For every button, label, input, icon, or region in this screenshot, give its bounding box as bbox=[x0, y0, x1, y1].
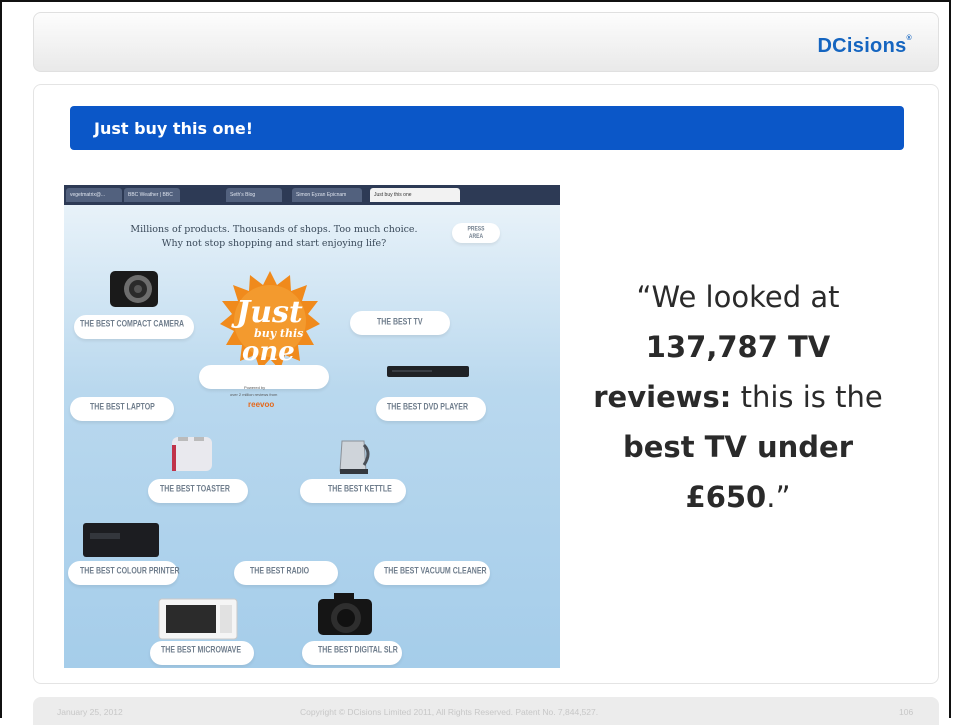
slide-title-bar: Just buy this one! bbox=[70, 106, 904, 150]
product-label-colour-printer: THE BEST COLOUR PRINTER bbox=[80, 566, 180, 577]
reevoo-logo: reevoo bbox=[248, 400, 275, 409]
dslr-camera-image bbox=[318, 593, 372, 635]
compact-camera-image bbox=[110, 271, 158, 307]
product-label-dvd-player: THE BEST DVD PLAYER bbox=[387, 402, 469, 413]
press-area-label: PRESS AREA bbox=[467, 225, 485, 241]
browser-tab: BBC Weather | BBC bbox=[124, 188, 180, 202]
slide-footer: January 25, 2012 Copyright © DCisions Li… bbox=[33, 697, 939, 725]
slide-title: Just buy this one! bbox=[94, 119, 254, 138]
browser-tab-active: Just buy this one bbox=[370, 188, 460, 202]
product-label-microwave: THE BEST MICROWAVE bbox=[161, 645, 241, 656]
browser-tab: Simon Eyzan Epicnam bbox=[292, 188, 362, 202]
dcisions-logo: DCisions® bbox=[817, 35, 912, 57]
kettle-image bbox=[339, 440, 370, 474]
product-label-laptop: THE BEST LAPTOP bbox=[90, 402, 155, 413]
footer-copyright: Copyright © DCisions Limited 2011, All R… bbox=[300, 707, 599, 717]
footer-page-number: 106 bbox=[899, 707, 914, 717]
browser-tab: vegetmatrix@... bbox=[66, 188, 122, 202]
burst-word-just: Just bbox=[236, 295, 303, 330]
embedded-website-screenshot: vegetmatrix@... BBC Weather | BBC Seth's… bbox=[64, 185, 560, 668]
website-tagline: Millions of products. Thousands of shops… bbox=[130, 224, 418, 249]
powered-by-text: Powered by bbox=[244, 385, 266, 390]
dvd-player-image bbox=[387, 366, 469, 377]
burst-word-one: one bbox=[242, 337, 295, 367]
footer-date: January 25, 2012 bbox=[57, 707, 123, 717]
slide-header: DCisions® bbox=[33, 12, 939, 72]
microwave-image bbox=[158, 598, 238, 640]
product-label-compact-camera: THE BEST COMPACT CAMERA bbox=[80, 319, 185, 330]
product-label-tv: THE BEST TV bbox=[377, 317, 423, 328]
browser-tab-strip: vegetmatrix@... BBC Weather | BBC Seth's… bbox=[64, 185, 560, 205]
browser-tab: Seth's Blog bbox=[226, 188, 282, 202]
printer-image bbox=[83, 523, 159, 557]
product-label-radio: THE BEST RADIO bbox=[250, 566, 310, 577]
toaster-image bbox=[172, 437, 212, 471]
product-label-toaster: THE BEST TOASTER bbox=[160, 484, 230, 495]
product-label-digital-slr: THE BEST DIGITAL SLR bbox=[318, 645, 398, 656]
product-label-vacuum-cleaner: THE BEST VACUUM CLEANER bbox=[384, 566, 487, 577]
powered-by-subtext: over 2 million reviews from bbox=[230, 392, 278, 397]
review-quote: “We looked at 137,787 TV reviews: this i… bbox=[593, 280, 883, 514]
product-label-kettle: THE BEST KETTLE bbox=[328, 484, 392, 495]
